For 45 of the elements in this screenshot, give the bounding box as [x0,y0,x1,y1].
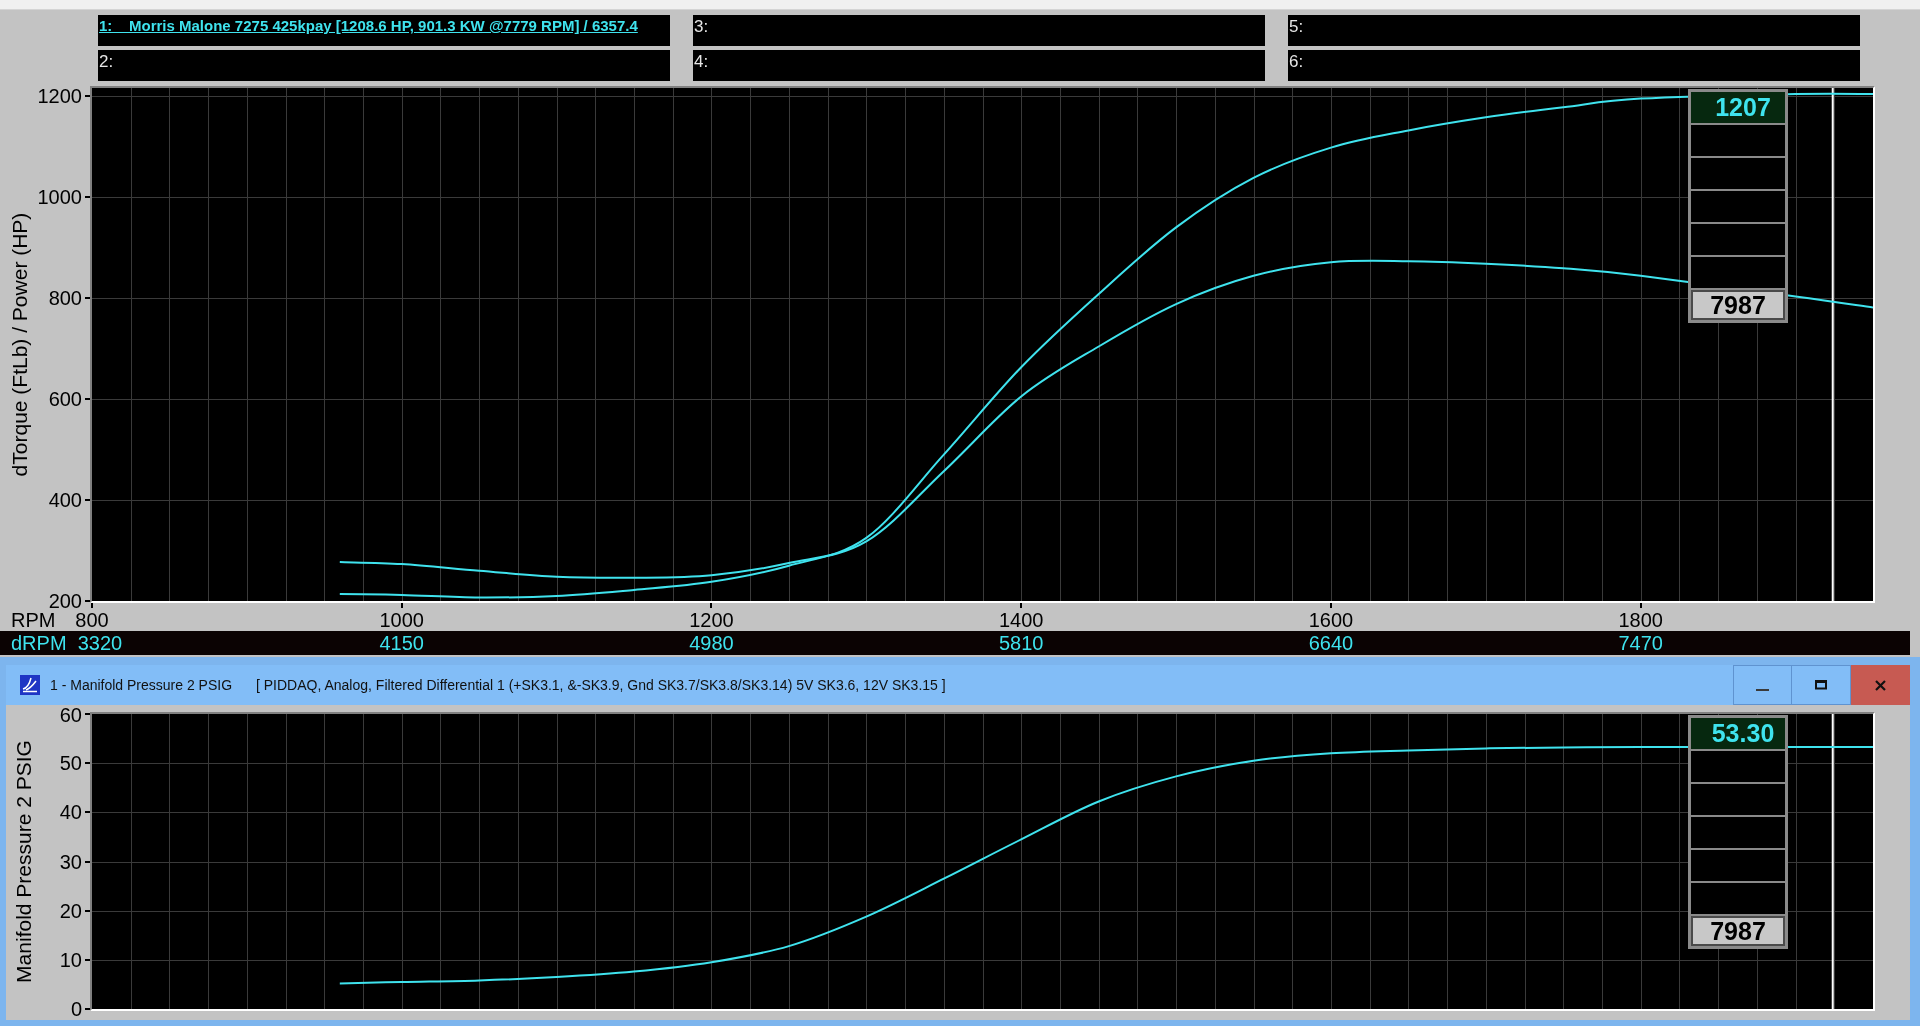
x-tick-label: 800 [75,610,109,630]
window-subtitle: [ PIDDAQ, Analog, Filtered Differential 1 (+SK3.1, &-SK3.9, Gnd SK3.7/SK3.8/SK3.14) 5V SK3.6, 12V SK3.15 ] [256,675,946,695]
app-logo-icon [20,675,40,695]
y-tick-label: 50 [59,753,82,774]
legend-slot-label: 5: [1289,17,1304,37]
close-icon [1875,679,1886,691]
y-tick-label: 200 [48,591,82,611]
y-axis-title: dTorque (FtLb) / Power (HP) [9,212,31,477]
y-tick-label: 800 [48,288,82,309]
legend-slot-label: 6: [1289,52,1304,72]
y-tick-label: 10 [59,949,82,970]
x-tick-label: 1800 [1618,610,1663,630]
y-tick-label: 600 [48,389,82,410]
legend-run-link[interactable]: 1: Morris Malone 7275 425kpay [1208.6 HP, 901.3 KW @7779 RPM] / 6357.4 [99,17,638,35]
drpm-tick-label: 7470 [1618,633,1663,653]
cursor-rpm-readout: 7987 [1691,916,1785,946]
x-tick-label: 1400 [998,610,1044,630]
y-tick-label: 1000 [37,187,82,208]
drpm-tick-label: 4980 [689,633,734,653]
x-axis-title: RPM [11,610,56,630]
y-axis-title: Manifold Pressure 2 PSIG [12,740,34,983]
legend-slot-label: 2: [99,52,114,72]
minimize-icon [1756,689,1769,691]
y-tick-label: 60 [59,705,82,725]
y-tick-label: 1200 [37,86,82,107]
readout-value: 1207 [1691,92,1785,123]
x-tick-label: 1000 [379,610,424,630]
legend-slot-label: 3: [694,17,709,37]
drpm-tick-label: 6640 [1308,633,1354,653]
y-tick-label: 400 [48,490,82,510]
window-title: 1 - Manifold Pressure 2 PSIG [50,675,234,695]
readout-value: 53.30 [1691,718,1785,749]
drpm-axis-title: dRPM [11,633,67,653]
y-tick-label: 40 [59,802,82,823]
x-tick-label: 1600 [1308,610,1354,630]
legend-slot-label: 4: [694,52,709,72]
y-tick-label: 20 [59,900,82,921]
cursor-rpm-readout: 7987 [1691,290,1785,320]
drpm-tick-label: 4150 [379,633,424,653]
y-tick-label: 30 [59,851,82,872]
maximize-icon [1815,680,1827,690]
drpm-tick-label: 5810 [998,633,1044,653]
x-tick-label: 1200 [689,610,734,630]
y-tick-label: 0 [70,999,82,1019]
drpm-tick-label: 3320 [77,633,123,653]
